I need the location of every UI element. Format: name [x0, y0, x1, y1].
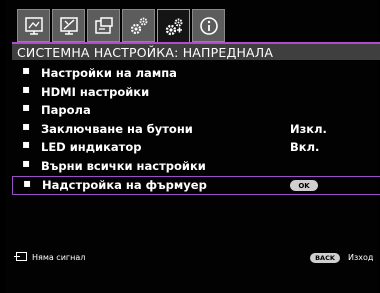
- menu-item-hdmi-settings[interactable]: ▪ HDMI настройки: [12, 81, 380, 102]
- menu-item-label: Заключване на бутони: [41, 121, 193, 136]
- ok-button[interactable]: OK: [290, 180, 318, 191]
- menu-item-label: LED индикатор: [41, 140, 142, 154]
- menu-item-value: Изкл.: [290, 121, 327, 136]
- picture-icon: [59, 16, 78, 35]
- system-advanced-icon: [165, 18, 182, 35]
- menu-item-label: Върни всички настройки: [41, 158, 206, 173]
- tab-info[interactable]: [192, 9, 225, 42]
- menu-item-led-indicator[interactable]: ▪ LED индикатор Вкл.: [12, 137, 380, 157]
- bullet-icon: ▪: [22, 100, 31, 114]
- system-basic-icon: [130, 17, 147, 34]
- source-icon: [94, 16, 113, 34]
- menu-item-reset-all[interactable]: ▪ Върни всички настройки: [12, 155, 380, 176]
- menu-item-key-lock[interactable]: ▪ Заключване на бутони Изкл.: [12, 118, 380, 139]
- page-title: СИСТЕМНА НАСТРОЙКА: НАПРЕДНАЛА: [17, 45, 274, 60]
- menu-tabs: [17, 9, 225, 43]
- info-icon: [199, 16, 218, 35]
- menu-item-label: HDMI настройки: [41, 84, 150, 99]
- tab-system-basic[interactable]: [122, 9, 155, 42]
- bullet-icon: ▪: [22, 81, 31, 96]
- tab-display[interactable]: [17, 9, 50, 42]
- menu-item-password[interactable]: ▪ Парола: [12, 100, 380, 120]
- menu-item-value: Вкл.: [290, 140, 320, 154]
- signal-status: Няма сигнал: [32, 253, 86, 262]
- status-bar: Няма сигнал BACK Изход: [12, 252, 380, 266]
- back-button[interactable]: BACK: [310, 253, 340, 263]
- settings-menu: ▪ Настройки на лампа ▪ HDMI настройки ▪ …: [12, 63, 380, 195]
- bullet-icon: ▪: [22, 63, 31, 77]
- menu-item-label: Настройки на лампа: [41, 66, 177, 80]
- menu-item-label: Парола: [41, 103, 91, 117]
- menu-item-firmware-upgrade[interactable]: ▪ Надстройка на фърмуер OK: [12, 176, 380, 195]
- bullet-icon: ▪: [22, 137, 31, 151]
- menu-item-label: Надстройка на фърмуер: [42, 178, 207, 192]
- section-header: СИСТЕМНА НАСТРОЙКА: НАПРЕДНАЛА: [12, 42, 380, 60]
- bullet-icon: ▪: [22, 155, 31, 170]
- tab-source[interactable]: [87, 9, 120, 42]
- input-source-icon: [14, 252, 27, 261]
- tab-system-advanced[interactable]: [157, 9, 190, 43]
- bullet-icon: ▪: [23, 176, 32, 190]
- osd-frame: СИСТЕМНА НАСТРОЙКА: НАПРЕДНАЛА ▪ Настрой…: [5, 0, 380, 293]
- tab-picture[interactable]: [52, 9, 85, 42]
- menu-item-lamp-settings[interactable]: ▪ Настройки на лампа: [12, 63, 380, 83]
- bullet-icon: ▪: [22, 118, 31, 133]
- display-icon: [24, 16, 43, 35]
- exit-label: Изход: [348, 253, 374, 262]
